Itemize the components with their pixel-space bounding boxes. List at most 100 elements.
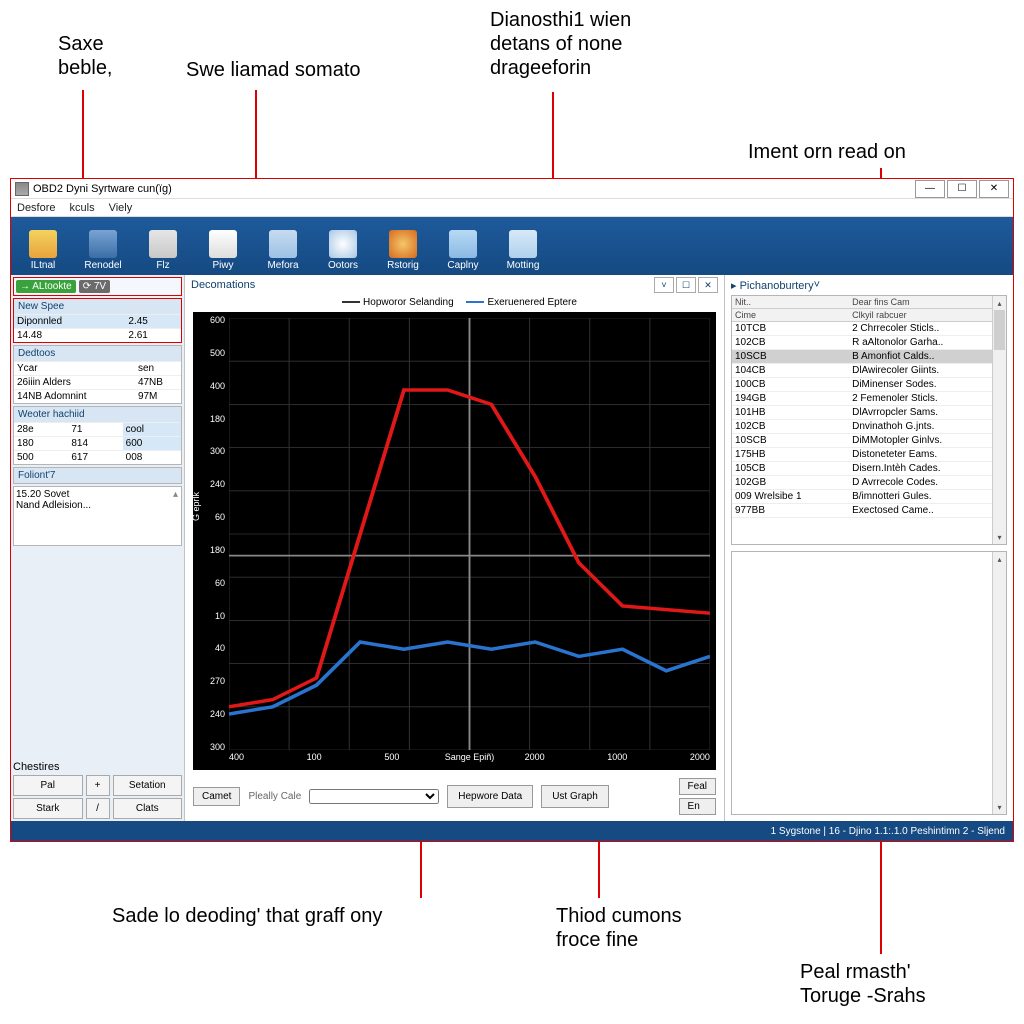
log-box[interactable]: ▴ 15.20 Sovet Nand Adleision... <box>13 486 182 546</box>
callout-3b: detans of none <box>490 33 622 55</box>
scroll-down-icon[interactable]: ▾ <box>993 530 1006 544</box>
tbtn-flz[interactable]: Flz <box>139 230 187 271</box>
callout-2: Swe liamad somato <box>186 58 361 82</box>
arrow-7 <box>880 826 882 954</box>
tbtn-iltnal[interactable]: ILtnal <box>19 230 67 271</box>
tbtn-caplny-label: Caplny <box>447 260 478 271</box>
minimize-button[interactable]: — <box>915 180 945 198</box>
weoter-r1c0[interactable]: 180 <box>14 437 68 451</box>
tbtn-ootors[interactable]: Ootors <box>319 230 367 271</box>
list-row[interactable]: 10TCB2 Chrrecoler Sticls.. <box>732 322 1006 336</box>
list-row[interactable]: 009 Wrelsibe 1B/imnotteri Gules. <box>732 490 1006 504</box>
list-row[interactable]: 102GBD Avrrecole Codes. <box>732 476 1006 490</box>
legend-swatch-a <box>342 301 360 303</box>
center-pane: Decomations ˅ ☐ ✕ Hopworor Selanding Exe… <box>185 275 725 821</box>
weoter-r0c0[interactable]: 28e <box>14 423 68 437</box>
weoter-r0c2[interactable]: cool <box>123 423 181 437</box>
weoter-r2c1[interactable]: 617 <box>68 451 122 465</box>
list-scrollbar[interactable]: ▴ ▾ <box>992 296 1006 544</box>
maximize-button[interactable]: ☐ <box>947 180 977 198</box>
tbtn-ootors-label: Ootors <box>328 260 358 271</box>
weoter-r2c2[interactable]: 008 <box>123 451 181 465</box>
btn-pal[interactable]: Pal <box>13 775 83 796</box>
list-head-a: Nit.. <box>732 296 849 309</box>
weoter-r2c0[interactable]: 500 <box>14 451 68 465</box>
sidebar: → ALtookte ⟳ 7V New Spee Diponnled2.45 1… <box>11 275 185 821</box>
btn-feal[interactable]: Feal <box>679 778 716 795</box>
btn-clats[interactable]: Clats <box>113 798 183 819</box>
rightpane-title: ▸ Pichanoburtery <box>731 279 814 292</box>
pane-close-icon[interactable]: ✕ <box>698 277 718 293</box>
menu-viely[interactable]: Viely <box>109 202 133 214</box>
close-button[interactable]: ✕ <box>979 180 1009 198</box>
newspee-r0c0[interactable]: Diponnled <box>14 315 125 329</box>
app-icon <box>15 182 29 196</box>
list-row[interactable]: 10SCBDiMMotopler Ginlvs. <box>732 434 1006 448</box>
callout-7a: Peal rmasth' <box>800 961 911 983</box>
tbtn-caplny[interactable]: Caplny <box>439 230 487 271</box>
tbtn-iltnal-label: ILtnal <box>31 260 55 271</box>
btn-camet[interactable]: Camet <box>193 787 240 806</box>
scroll-up-icon[interactable]: ▴ <box>993 552 1006 566</box>
list-row[interactable]: 977BBExectosed Came.. <box>732 504 1006 518</box>
newspee-r0c1[interactable]: 2.45 <box>125 315 181 329</box>
pane-dropdown-icon[interactable]: ˅ <box>654 277 674 293</box>
list-row[interactable]: 175HBDistoneteter Eams. <box>732 448 1006 462</box>
callout-1b: beble, <box>58 57 113 79</box>
tbtn-mefora[interactable]: Mefora <box>259 230 307 271</box>
scroll-up-icon[interactable]: ▴ <box>173 489 178 500</box>
weoter-r1c2[interactable]: 600 <box>123 437 181 451</box>
detail-box[interactable]: ▴ ▾ <box>731 551 1007 815</box>
menu-kculs[interactable]: kculs <box>70 202 95 214</box>
tbtn-renodel[interactable]: Renodel <box>79 230 127 271</box>
dedtoos-r0c0[interactable]: 26iiin Alders <box>14 376 126 390</box>
btn-en[interactable]: En <box>679 798 716 815</box>
btn-setation[interactable]: Setation <box>113 775 183 796</box>
callout-3a: Dianosthi1 wien <box>490 9 631 31</box>
list-row[interactable]: 102CBDnvinathoh G.jnts. <box>732 420 1006 434</box>
chart-area[interactable]: G eprlk 60050040018030024060180601040270… <box>193 312 716 770</box>
badge-7v[interactable]: ⟳ 7V <box>79 280 110 293</box>
detail-scrollbar[interactable]: ▴ ▾ <box>992 552 1006 814</box>
toolbar: ILtnal Renodel Flz Piwy Mefora Ootors Rs… <box>11 217 1013 275</box>
btn-plus[interactable]: + <box>86 775 110 796</box>
status-bar: 1 Sygstone | 16 - Djino 1.1:.1.0 Peshint… <box>11 821 1013 841</box>
list-row[interactable]: 102CBR aAltonolor Garha.. <box>732 336 1006 350</box>
titlebar: OBD2 Dyni Syrtware cun(ïg) — ☐ ✕ <box>11 179 1013 199</box>
dedtoos-r1c0[interactable]: 14NB Adomnint <box>14 390 126 404</box>
tbtn-rstorig[interactable]: Rstorig <box>379 230 427 271</box>
scroll-up-icon[interactable]: ▴ <box>993 296 1006 310</box>
menu-desfore[interactable]: Desfore <box>17 202 56 214</box>
weoter-r1c1[interactable]: 814 <box>68 437 122 451</box>
weoter-r0c1[interactable]: 71 <box>68 423 122 437</box>
btn-ust-graph[interactable]: Ust Graph <box>541 785 609 808</box>
tbtn-piwy[interactable]: Piwy <box>199 230 247 271</box>
pcale-select[interactable] <box>309 789 439 804</box>
list-row[interactable]: 104CBDlAwirecoler Giints. <box>732 364 1006 378</box>
panel-newspee-title: New Spee <box>14 299 181 314</box>
plot-area <box>229 318 710 750</box>
panel-foliont: Foliont'7 <box>13 467 182 484</box>
rightpane-dropdown-icon[interactable]: ˅ <box>814 279 820 291</box>
tbtn-motting[interactable]: Motting <box>499 230 547 271</box>
newspee-r1c0[interactable]: 14.48 <box>14 329 125 343</box>
list-sub-b: Clkyil rabcuer <box>849 309 1006 322</box>
dedtoos-r1c2[interactable]: 97M <box>135 390 181 404</box>
btn-hepwore-data[interactable]: Hepwore Data <box>447 785 533 808</box>
scroll-thumb[interactable] <box>994 310 1005 350</box>
list-row[interactable]: 105CBDisern.Intèh Cades. <box>732 462 1006 476</box>
pane-restore-icon[interactable]: ☐ <box>676 277 696 293</box>
list-row[interactable]: 10SCBB Amonfiot Calds.. <box>732 350 1006 364</box>
list-row[interactable]: 194GB2 Femenoler Sticls. <box>732 392 1006 406</box>
badge-altookte[interactable]: → ALtookte <box>16 280 76 293</box>
list-sub-a: Cime <box>732 309 849 322</box>
btn-stark[interactable]: Stark <box>13 798 83 819</box>
list-row[interactable]: 101HBDlAvrropcler Sams. <box>732 406 1006 420</box>
list-row[interactable]: 100CBDiMinenser Sodes. <box>732 378 1006 392</box>
btn-slash[interactable]: / <box>86 798 110 819</box>
scroll-down-icon[interactable]: ▾ <box>993 800 1006 814</box>
dedtoos-r0c2[interactable]: 47NB <box>135 376 181 390</box>
code-list[interactable]: Nit..Dear fins Cam CimeClkyil rabcuer 10… <box>731 295 1007 545</box>
newspee-r1c1[interactable]: 2.61 <box>125 329 181 343</box>
callout-1a: Saxe <box>58 33 104 55</box>
